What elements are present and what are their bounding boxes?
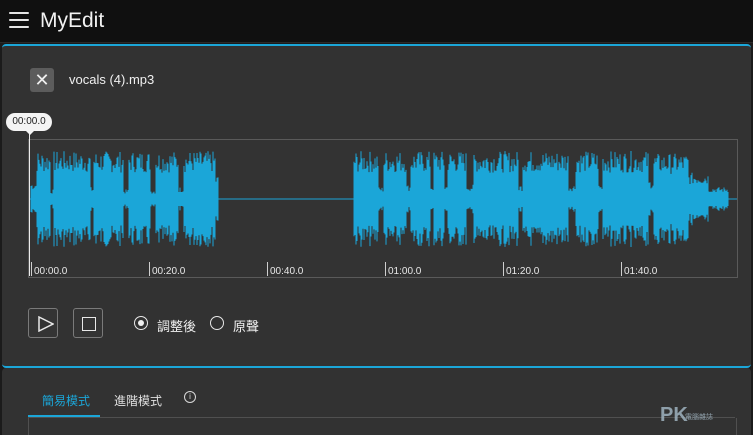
waveform-bars xyxy=(30,151,729,247)
stop-button[interactable] xyxy=(73,308,103,338)
radio-label: 調整後 xyxy=(157,319,197,334)
timeline-tick xyxy=(503,262,504,276)
tab-simple-mode[interactable]: 簡易模式 xyxy=(42,392,90,409)
info-icon[interactable]: i xyxy=(184,391,196,403)
play-icon xyxy=(38,316,54,332)
close-file-button[interactable]: ✕ xyxy=(30,68,54,92)
timeline-label: 00:40.0 xyxy=(270,266,304,277)
watermark-logo: PK xyxy=(660,404,688,426)
tab-advanced-mode[interactable]: 進階模式 xyxy=(114,392,162,409)
radio-label: 原聲 xyxy=(233,319,260,334)
timeline-label: 00:20.0 xyxy=(152,266,186,277)
timeline-tick xyxy=(621,262,622,276)
radio-circle xyxy=(134,316,148,330)
timeline-tick xyxy=(149,262,150,276)
radio-circle xyxy=(210,316,224,330)
mode-content-area xyxy=(28,418,737,435)
waveform-graphic xyxy=(29,151,737,247)
timeline-tick xyxy=(31,262,32,276)
timeline-label: 01:00.0 xyxy=(388,266,422,277)
waveform[interactable]: 00:00.0 00:20.0 00:40.0 01:00.0 01:20.0 … xyxy=(28,139,738,278)
stop-icon xyxy=(82,317,96,331)
watermark-text: 電腦雜誌 xyxy=(685,414,713,421)
top-bar: MyEdit xyxy=(0,0,753,43)
timeline-label: 00:00.0 xyxy=(34,266,68,277)
app-title: MyEdit xyxy=(40,9,105,32)
file-name: vocals (4).mp3 xyxy=(69,72,155,87)
audio-editor-panel: ✕ vocals (4).mp3 00:00.0 00:20.0 00:40.0… xyxy=(2,44,751,368)
mode-panel: 簡易模式 進階模式 i xyxy=(2,368,751,435)
timeline-tick xyxy=(385,262,386,276)
play-button[interactable] xyxy=(28,308,58,338)
playhead-time[interactable]: 00:00.0 xyxy=(6,113,52,135)
playhead-line[interactable] xyxy=(29,131,30,276)
timeline-label: 01:40.0 xyxy=(624,266,658,277)
timeline-label: 01:20.0 xyxy=(506,266,540,277)
timeline-tick xyxy=(267,262,268,276)
menu-icon[interactable] xyxy=(9,12,29,28)
